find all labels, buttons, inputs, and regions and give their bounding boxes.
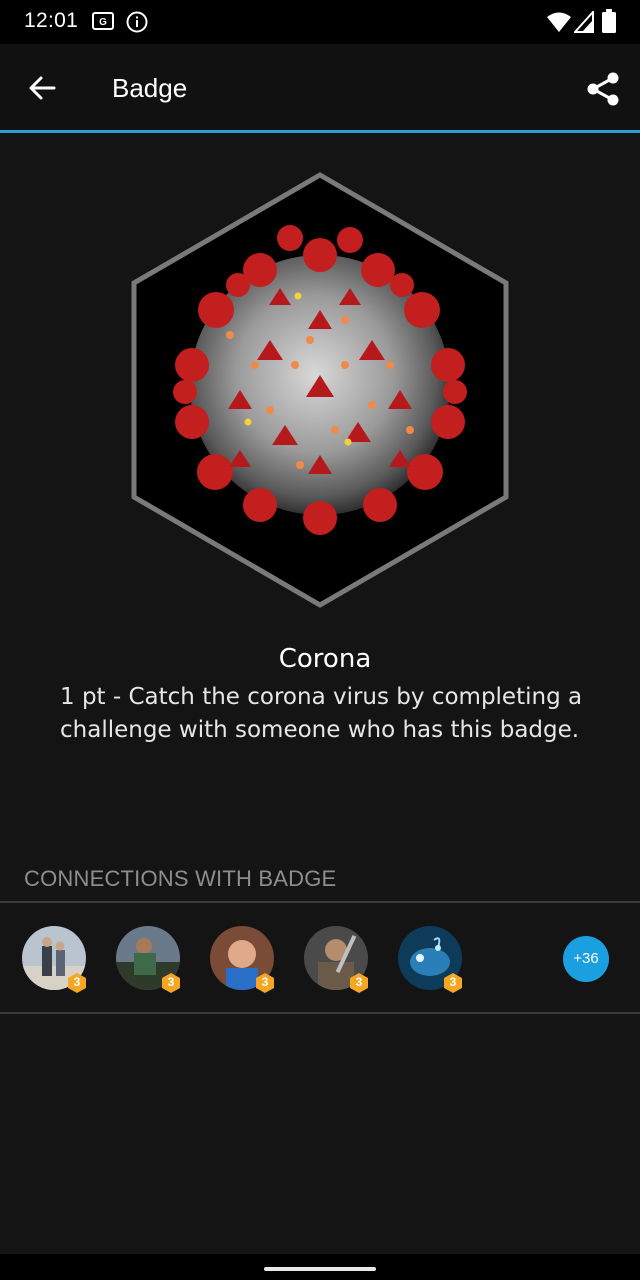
- badge-image: [110, 160, 530, 620]
- level-badge: 3: [348, 972, 370, 994]
- app-bar: Badge: [0, 44, 640, 130]
- info-circle-icon: [126, 11, 148, 38]
- arrow-left-icon: [29, 76, 56, 100]
- notification-box-icon: G: [92, 12, 114, 35]
- connection-avatar[interactable]: 3: [22, 926, 88, 994]
- share-button[interactable]: [584, 70, 622, 108]
- share-icon: [587, 72, 619, 106]
- more-connections-label: +36: [573, 950, 599, 967]
- connection-avatar[interactable]: 3: [116, 926, 182, 994]
- home-gesture-pill[interactable]: [264, 1267, 376, 1271]
- connections-header: CONNECTIONS WITH BADGE: [24, 866, 337, 891]
- app-bar-accent-line: [0, 130, 640, 133]
- battery-icon: [602, 9, 616, 38]
- status-time: 12:01: [24, 9, 79, 32]
- section-divider-bottom: [0, 1012, 640, 1014]
- level-badge: 3: [254, 972, 276, 994]
- badge-description: 1 pt - Catch the corona virus by complet…: [60, 684, 583, 743]
- level-badge: 3: [160, 972, 182, 994]
- badge-name: Corona: [278, 644, 372, 674]
- page-title: Badge: [112, 73, 188, 103]
- level-badge: 3: [66, 972, 88, 994]
- section-divider-top: [0, 901, 640, 903]
- connection-avatar[interactable]: 3: [210, 926, 276, 994]
- wifi-icon: [546, 11, 572, 38]
- status-bar: 12:01 G: [0, 0, 640, 44]
- cell-signal-icon: [572, 9, 594, 38]
- svg-text:G: G: [99, 17, 107, 28]
- more-connections-button[interactable]: +36: [563, 936, 609, 982]
- system-nav-bar: [0, 1254, 640, 1280]
- connection-avatar[interactable]: 3: [304, 926, 370, 994]
- connection-avatar[interactable]: 3: [398, 926, 464, 994]
- back-button[interactable]: [24, 70, 60, 106]
- level-badge: 3: [442, 972, 464, 994]
